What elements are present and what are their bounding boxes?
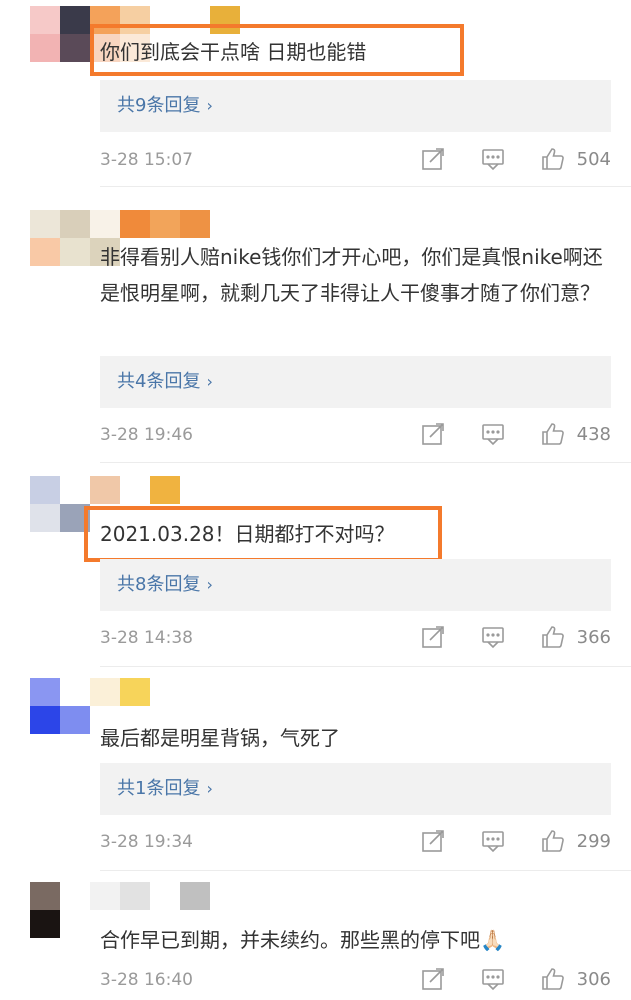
highlight-box xyxy=(84,506,442,562)
mosaic-cell xyxy=(150,476,180,504)
thumbs-up-icon[interactable] xyxy=(540,624,568,652)
mosaic-cell xyxy=(90,476,120,504)
like-count: 366 xyxy=(576,627,611,648)
timestamp: 3-28 15:07 xyxy=(100,150,193,170)
comment-text: 非得看别人赔nike钱你们才开心吧，你们是真恨nike啊还是恨明星啊，就剩几天了… xyxy=(100,245,603,305)
reply-box[interactable]: 共1条回复 › xyxy=(100,763,611,815)
mosaic-cell xyxy=(60,476,90,504)
mosaic-cell xyxy=(120,476,150,504)
chevron-right-icon: › xyxy=(206,372,213,391)
thumbs-up-icon[interactable] xyxy=(540,966,568,994)
thumbs-up-icon[interactable] xyxy=(540,146,568,174)
mosaic-cell xyxy=(30,882,60,910)
comment-meta: 3-28 16:40 306 xyxy=(100,962,611,998)
timestamp: 3-28 14:38 xyxy=(100,628,193,648)
mosaic-cell xyxy=(90,678,120,706)
mosaic-cell xyxy=(120,882,150,910)
share-icon[interactable] xyxy=(420,828,448,856)
share-icon[interactable] xyxy=(420,146,448,174)
mosaic-cell xyxy=(210,210,240,238)
mosaic-cell xyxy=(180,882,210,910)
mosaic-cell xyxy=(60,882,90,910)
timestamp: 3-28 19:34 xyxy=(100,832,193,852)
like-count: 299 xyxy=(576,831,611,852)
thumbs-up-icon[interactable] xyxy=(540,421,568,449)
reply-box[interactable]: 共8条回复 › xyxy=(100,559,611,611)
mosaic-cell xyxy=(30,706,60,734)
share-icon[interactable] xyxy=(420,966,448,994)
timestamp: 3-28 19:46 xyxy=(100,425,193,445)
mosaic-cell xyxy=(60,210,90,238)
comment-item: 最后都是明星背锅，气死了 共1条回复 › 3-28 19:34 299 xyxy=(0,670,631,870)
comment-icon[interactable] xyxy=(480,828,508,856)
share-icon[interactable] xyxy=(420,624,448,652)
mosaic-cell xyxy=(150,882,180,910)
comment-item: 合作早已到期，并未续约。那些黑的停下吧🙏🏻 3-28 16:40 306 xyxy=(0,874,631,1000)
reply-count-link[interactable]: 共4条回复 xyxy=(117,371,200,392)
mosaic-cell xyxy=(90,882,120,910)
thumbs-up-icon[interactable] xyxy=(540,828,568,856)
reply-count-link[interactable]: 共9条回复 xyxy=(117,95,200,116)
comment-meta: 3-28 19:34 299 xyxy=(100,824,611,860)
mosaic-cell xyxy=(60,6,90,34)
mosaic-cell xyxy=(150,210,180,238)
timestamp: 3-28 16:40 xyxy=(100,970,193,990)
mosaic-cell xyxy=(30,34,60,62)
reply-box[interactable]: 共4条回复 › xyxy=(100,356,611,408)
reply-count-link[interactable]: 共8条回复 xyxy=(117,574,200,595)
mosaic-cell xyxy=(30,910,60,938)
mosaic-cell xyxy=(30,678,60,706)
mosaic-cell xyxy=(60,910,90,938)
comment-meta: 3-28 19:46 438 xyxy=(100,417,611,453)
comment-icon[interactable] xyxy=(480,421,508,449)
mosaic-cell xyxy=(30,476,60,504)
mosaic-cell xyxy=(120,210,150,238)
share-icon[interactable] xyxy=(420,421,448,449)
like-count: 438 xyxy=(576,424,611,445)
divider xyxy=(100,870,631,871)
mosaic-cell xyxy=(180,210,210,238)
comment-item: 你们到底会干点啥 日期也能错 共9条回复 › 3-28 15:07 504 xyxy=(0,0,631,182)
mosaic-cell xyxy=(90,210,120,238)
comment-icon[interactable] xyxy=(480,146,508,174)
mosaic-cell xyxy=(30,504,60,532)
comment-icon[interactable] xyxy=(480,966,508,994)
comment-text: 合作早已到期，并未续约。那些黑的停下吧🙏🏻 xyxy=(100,928,505,952)
divider xyxy=(100,186,631,187)
comment-meta: 3-28 14:38 366 xyxy=(100,620,611,656)
chevron-right-icon: › xyxy=(206,96,213,115)
mosaic-cell xyxy=(60,678,90,706)
comment-item: 2021.03.28！日期都打不对吗？ 共8条回复 › 3-28 14:38 36… xyxy=(0,466,631,666)
highlight-box xyxy=(90,24,464,76)
chevron-right-icon: › xyxy=(206,779,213,798)
chevron-right-icon: › xyxy=(206,575,213,594)
reply-box[interactable]: 共9条回复 › xyxy=(100,80,611,132)
comment-icon[interactable] xyxy=(480,624,508,652)
mosaic-cell xyxy=(120,678,150,706)
mosaic-cell xyxy=(30,6,60,34)
comment-meta: 3-28 15:07 504 xyxy=(100,142,611,178)
mosaic-cell xyxy=(60,34,90,62)
mosaic-cell xyxy=(30,238,60,266)
comment-text: 最后都是明星背锅，气死了 xyxy=(100,726,340,750)
like-count: 504 xyxy=(576,149,611,170)
divider xyxy=(100,462,631,463)
mosaic-cell xyxy=(60,706,90,734)
like-count: 306 xyxy=(576,969,611,990)
divider xyxy=(100,666,631,667)
mosaic-cell xyxy=(30,210,60,238)
reply-count-link[interactable]: 共1条回复 xyxy=(117,778,200,799)
comment-item: 非得看别人赔nike钱你们才开心吧，你们是真恨nike啊还是恨明星啊，就剩几天了… xyxy=(0,190,631,460)
mosaic-cell xyxy=(60,238,90,266)
